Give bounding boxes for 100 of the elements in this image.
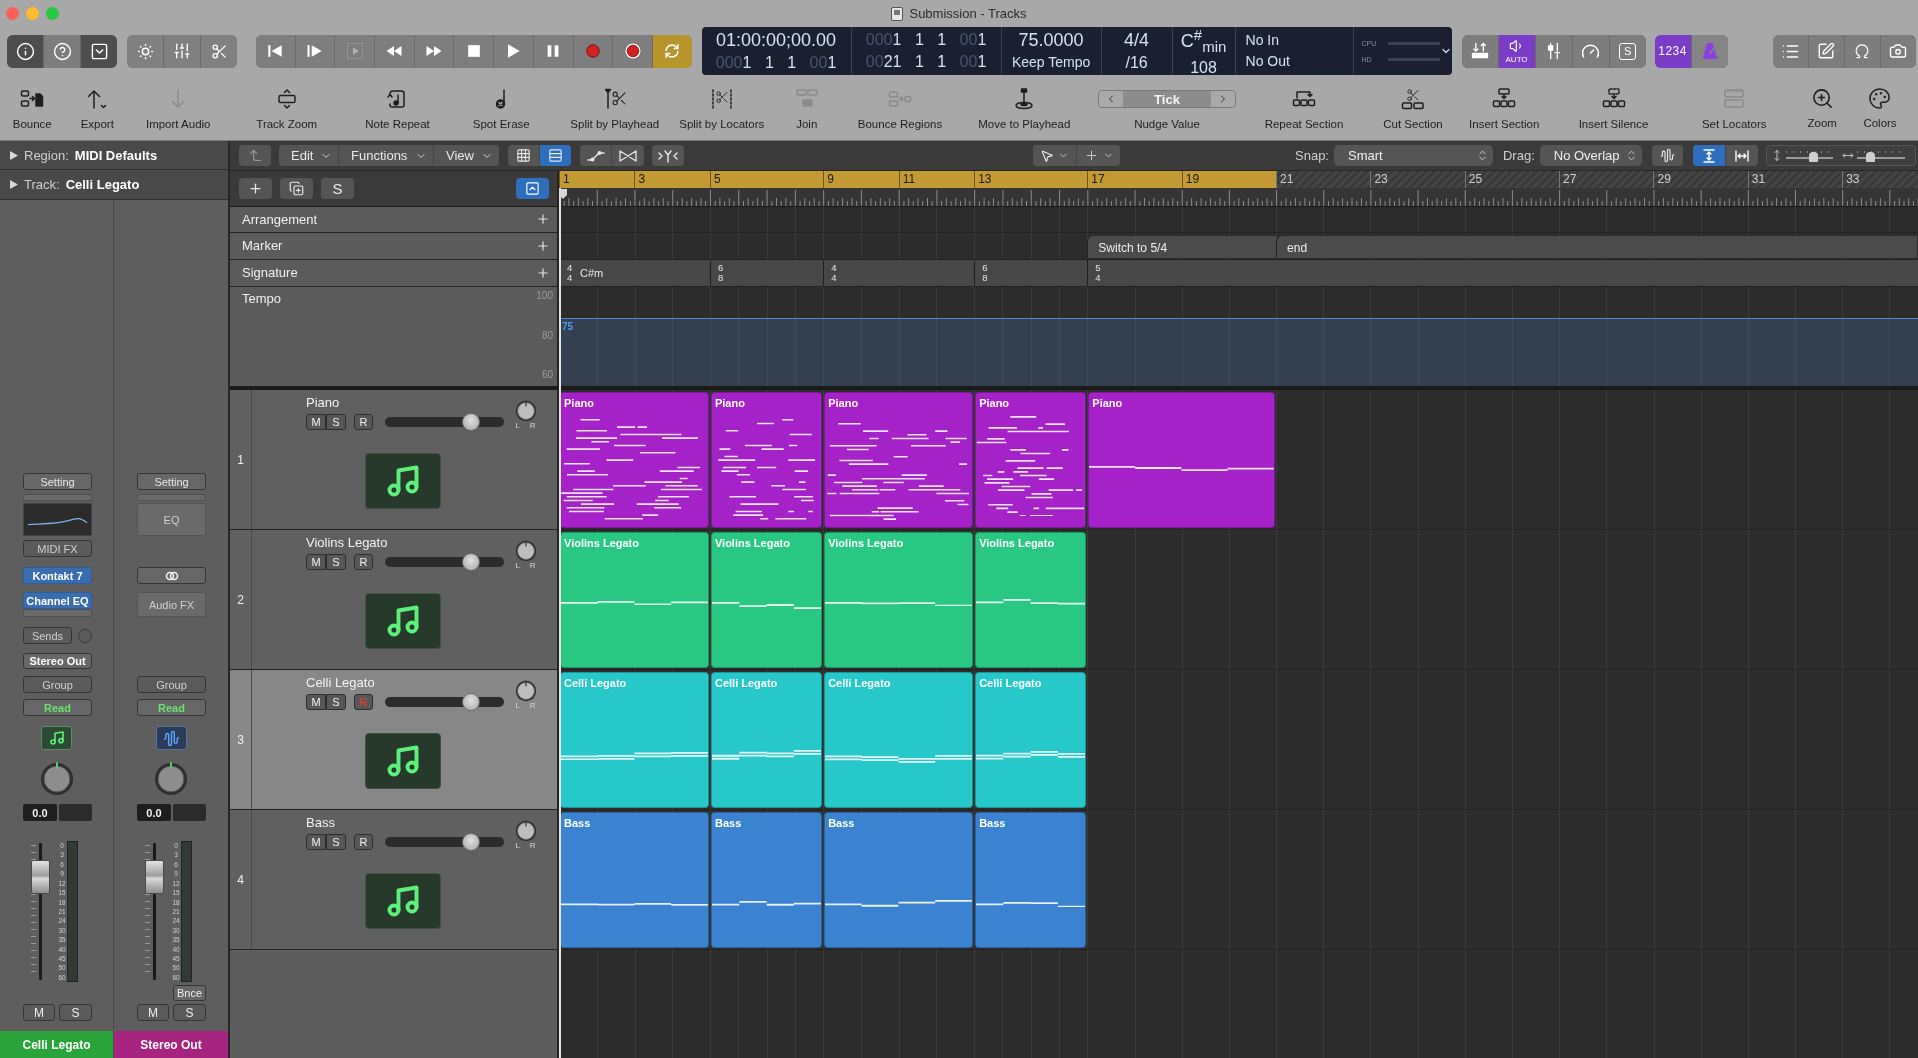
- inspector-section-header[interactable]: Region: MIDI Defaults: [0, 141, 228, 170]
- solo-button[interactable]: S: [326, 834, 346, 850]
- global-track-header[interactable]: Marker: [230, 233, 559, 259]
- toolbar-button[interactable]: Insert Section: [1469, 75, 1540, 140]
- global-track-header[interactable]: Tempo 100 80 60: [230, 287, 559, 386]
- add-track-button[interactable]: [239, 178, 272, 199]
- add-button[interactable]: [536, 212, 550, 226]
- bnce-button[interactable]: Bnce: [173, 985, 206, 1001]
- toolbar-button[interactable]: Note Repeat: [365, 75, 430, 140]
- pan-knob[interactable]: [38, 761, 75, 797]
- waveform-icon[interactable]: [155, 726, 187, 750]
- rewind-button[interactable]: [375, 34, 414, 68]
- record-button[interactable]: R: [354, 554, 373, 570]
- volume-value[interactable]: 0.0: [23, 804, 57, 821]
- midi-region[interactable]: Piano: [1088, 392, 1276, 528]
- view-toggle-button[interactable]: [540, 145, 571, 166]
- mode-button[interactable]: AUTO: [1498, 34, 1535, 68]
- mode-button[interactable]: [1461, 34, 1498, 68]
- time-signature[interactable]: 4 4: [831, 263, 837, 282]
- zoom-slider[interactable]: [1857, 149, 1905, 162]
- zoom-slider[interactable]: [1785, 149, 1834, 162]
- solo-button[interactable]: S: [326, 414, 346, 430]
- solo-button[interactable]: S: [173, 1004, 206, 1021]
- toolbar-button[interactable]: Split by Playhead: [570, 75, 660, 140]
- music-note-icon[interactable]: [365, 453, 441, 509]
- global-tracks-button[interactable]: [516, 178, 549, 199]
- count-in-button[interactable]: 1234: [1654, 34, 1691, 68]
- cycle-button[interactable]: [652, 34, 692, 68]
- group-slot[interactable]: Group: [23, 676, 92, 693]
- solo-button[interactable]: S: [59, 1004, 92, 1021]
- time-signature[interactable]: 4 4: [567, 263, 573, 282]
- record-button[interactable]: R: [354, 414, 373, 430]
- output-button[interactable]: Stereo Out: [23, 653, 92, 669]
- midi-region[interactable]: Piano: [560, 392, 709, 528]
- eq-curve-thumbnail[interactable]: [23, 503, 92, 536]
- fit-button[interactable]: [1692, 145, 1725, 166]
- marker[interactable]: end: [1276, 236, 1917, 258]
- inspector-section-header[interactable]: Track: Celli Legato: [0, 170, 228, 200]
- music-note-icon[interactable]: [365, 873, 441, 929]
- solo-button[interactable]: S: [326, 554, 346, 570]
- toolbar-button[interactable]: Insert Silence: [1578, 75, 1649, 140]
- editors-button[interactable]: [201, 34, 237, 68]
- music-note-icon[interactable]: [365, 593, 441, 649]
- mixer-button[interactable]: [164, 34, 200, 68]
- duplicate-track-button[interactable]: [280, 178, 313, 199]
- group-slot[interactable]: Group: [137, 676, 206, 693]
- slider-thumb[interactable]: [1865, 151, 1875, 162]
- toolbar-button[interactable]: Move to Playhead: [978, 75, 1071, 140]
- toolbar-button[interactable]: Bounce: [12, 75, 52, 140]
- mute-button[interactable]: M: [306, 554, 326, 570]
- fader-thumb[interactable]: [145, 860, 164, 895]
- automation-mode-button[interactable]: Read: [137, 699, 206, 716]
- back-button[interactable]: [239, 145, 271, 166]
- midi-region[interactable]: Piano: [824, 392, 974, 528]
- play-button[interactable]: [494, 34, 533, 68]
- go-to-start-button[interactable]: [256, 34, 295, 68]
- automation-button[interactable]: [580, 145, 611, 166]
- ruler-bar[interactable]: 1 3 5 9 11 13 17 19 21 23 25 27 29 31 33: [559, 171, 1918, 188]
- view-toggle-button[interactable]: [7, 34, 43, 68]
- menu-button[interactable]: Edit: [279, 145, 338, 166]
- mute-button[interactable]: M: [137, 1004, 169, 1021]
- music-note-icon[interactable]: [365, 733, 441, 789]
- solo-track-button[interactable]: S: [321, 178, 354, 199]
- toolbar-button[interactable]: Export: [80, 75, 114, 140]
- slider-thumb[interactable]: [461, 693, 480, 711]
- toolbar-button[interactable]: Zoom: [1807, 75, 1837, 140]
- midi-region[interactable]: Bass: [560, 812, 709, 948]
- view-toggle-button[interactable]: [81, 34, 117, 68]
- mute-button[interactable]: M: [306, 834, 326, 850]
- capture-record-button[interactable]: [613, 34, 652, 68]
- eq-slot[interactable]: EQ: [137, 503, 206, 536]
- midi-region[interactable]: Piano: [710, 392, 823, 528]
- toolbar-button[interactable]: Track Zoom: [256, 75, 318, 140]
- instrument-plugin-button[interactable]: Kontakt 7: [23, 567, 92, 584]
- toolbar-button[interactable]: Spot Erase: [472, 75, 530, 140]
- marker[interactable]: Switch to 5/4: [1087, 236, 1277, 258]
- midi-region[interactable]: Piano: [975, 392, 1087, 528]
- audio-plugin-button[interactable]: Channel EQ: [23, 592, 92, 609]
- time-signature[interactable]: 6 8: [717, 263, 724, 282]
- toolbar-button[interactable]: Repeat Section: [1264, 75, 1344, 140]
- mode-button[interactable]: S: [1609, 34, 1646, 68]
- browsers-button[interactable]: [1880, 34, 1916, 68]
- list-editors-button[interactable]: [1772, 34, 1808, 68]
- stop-button[interactable]: [454, 34, 494, 68]
- toolbar-button[interactable]: Cut Section: [1383, 75, 1443, 140]
- note-pads-button[interactable]: [1808, 34, 1844, 68]
- crosshair-tool-button[interactable]: [1077, 145, 1120, 166]
- view-toggle-button[interactable]: [44, 34, 80, 68]
- fit-button[interactable]: [1725, 145, 1758, 166]
- mute-button[interactable]: M: [23, 1004, 55, 1021]
- slider-thumb[interactable]: [1809, 151, 1819, 162]
- toolbar-button[interactable]: Split by Locators: [679, 75, 765, 140]
- pan-knob[interactable]: [153, 761, 189, 797]
- midi-region[interactable]: Bass: [975, 812, 1087, 948]
- key-signature[interactable]: C#m: [580, 267, 604, 279]
- track-header[interactable]: 2 Violins Legato M S R L R: [230, 530, 559, 669]
- volume-value[interactable]: 0.0: [137, 804, 171, 821]
- record-button[interactable]: R: [354, 834, 373, 850]
- audio-fx-slot[interactable]: Audio FX: [137, 592, 206, 617]
- global-track-header[interactable]: Arrangement: [230, 207, 559, 232]
